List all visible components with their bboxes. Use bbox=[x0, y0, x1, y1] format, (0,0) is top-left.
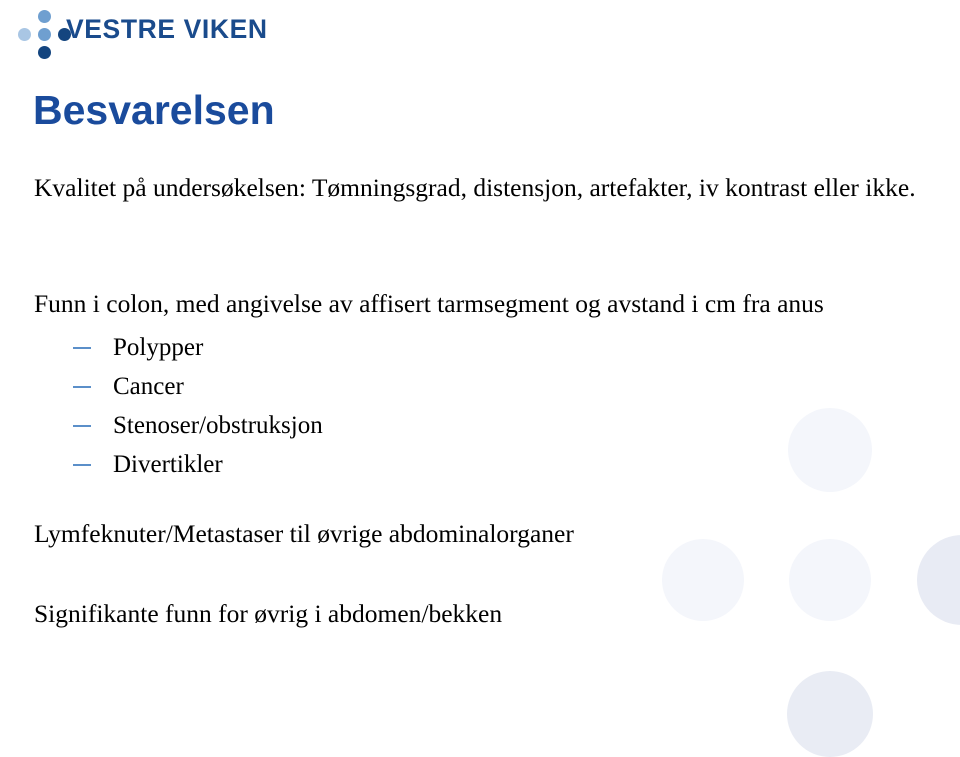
logo-dot-bottom bbox=[38, 46, 51, 59]
list-item-label: Cancer bbox=[113, 373, 184, 400]
page-title: Besvarelsen bbox=[33, 87, 275, 133]
dash-bullet-icon bbox=[73, 424, 91, 428]
list-item: Polypper bbox=[70, 328, 323, 367]
logo-dot-left bbox=[18, 28, 31, 41]
paragraph-findings-heading: Funn i colon, med angivelse av affisert … bbox=[34, 289, 824, 318]
dash-bullet-icon bbox=[73, 463, 91, 467]
paragraph-significant-findings: Signifikante funn for øvrig i abdomen/be… bbox=[34, 599, 503, 628]
list-item: Cancer bbox=[70, 367, 323, 406]
paragraph-lymph-nodes: Lymfeknuter/Metastaser til øvrige abdomi… bbox=[34, 519, 574, 548]
list-item-label: Polypper bbox=[113, 334, 204, 361]
dash-bullet-icon bbox=[73, 346, 91, 350]
five-dot-cross-icon bbox=[12, 8, 71, 59]
list-item: Stenoser/obstruksjon bbox=[70, 406, 323, 445]
dash-bullet-icon bbox=[73, 385, 91, 389]
list-item-label: Stenoser/obstruksjon bbox=[113, 412, 323, 439]
brand-wordmark: VESTRE VIKEN bbox=[66, 14, 268, 44]
logo-dot-center bbox=[38, 28, 51, 41]
slide-content: Besvarelsen Kvalitet på undersøkelsen: T… bbox=[0, 0, 960, 714]
paragraph-quality: Kvalitet på undersøkelsen: Tømningsgrad,… bbox=[34, 173, 916, 202]
list-item: Divertikler bbox=[70, 445, 323, 484]
findings-bullet-list: Polypper Cancer Stenoser/obstruksjon Divert… bbox=[70, 328, 323, 484]
logo-dot-top bbox=[38, 10, 51, 23]
list-item-label: Divertikler bbox=[113, 451, 223, 478]
